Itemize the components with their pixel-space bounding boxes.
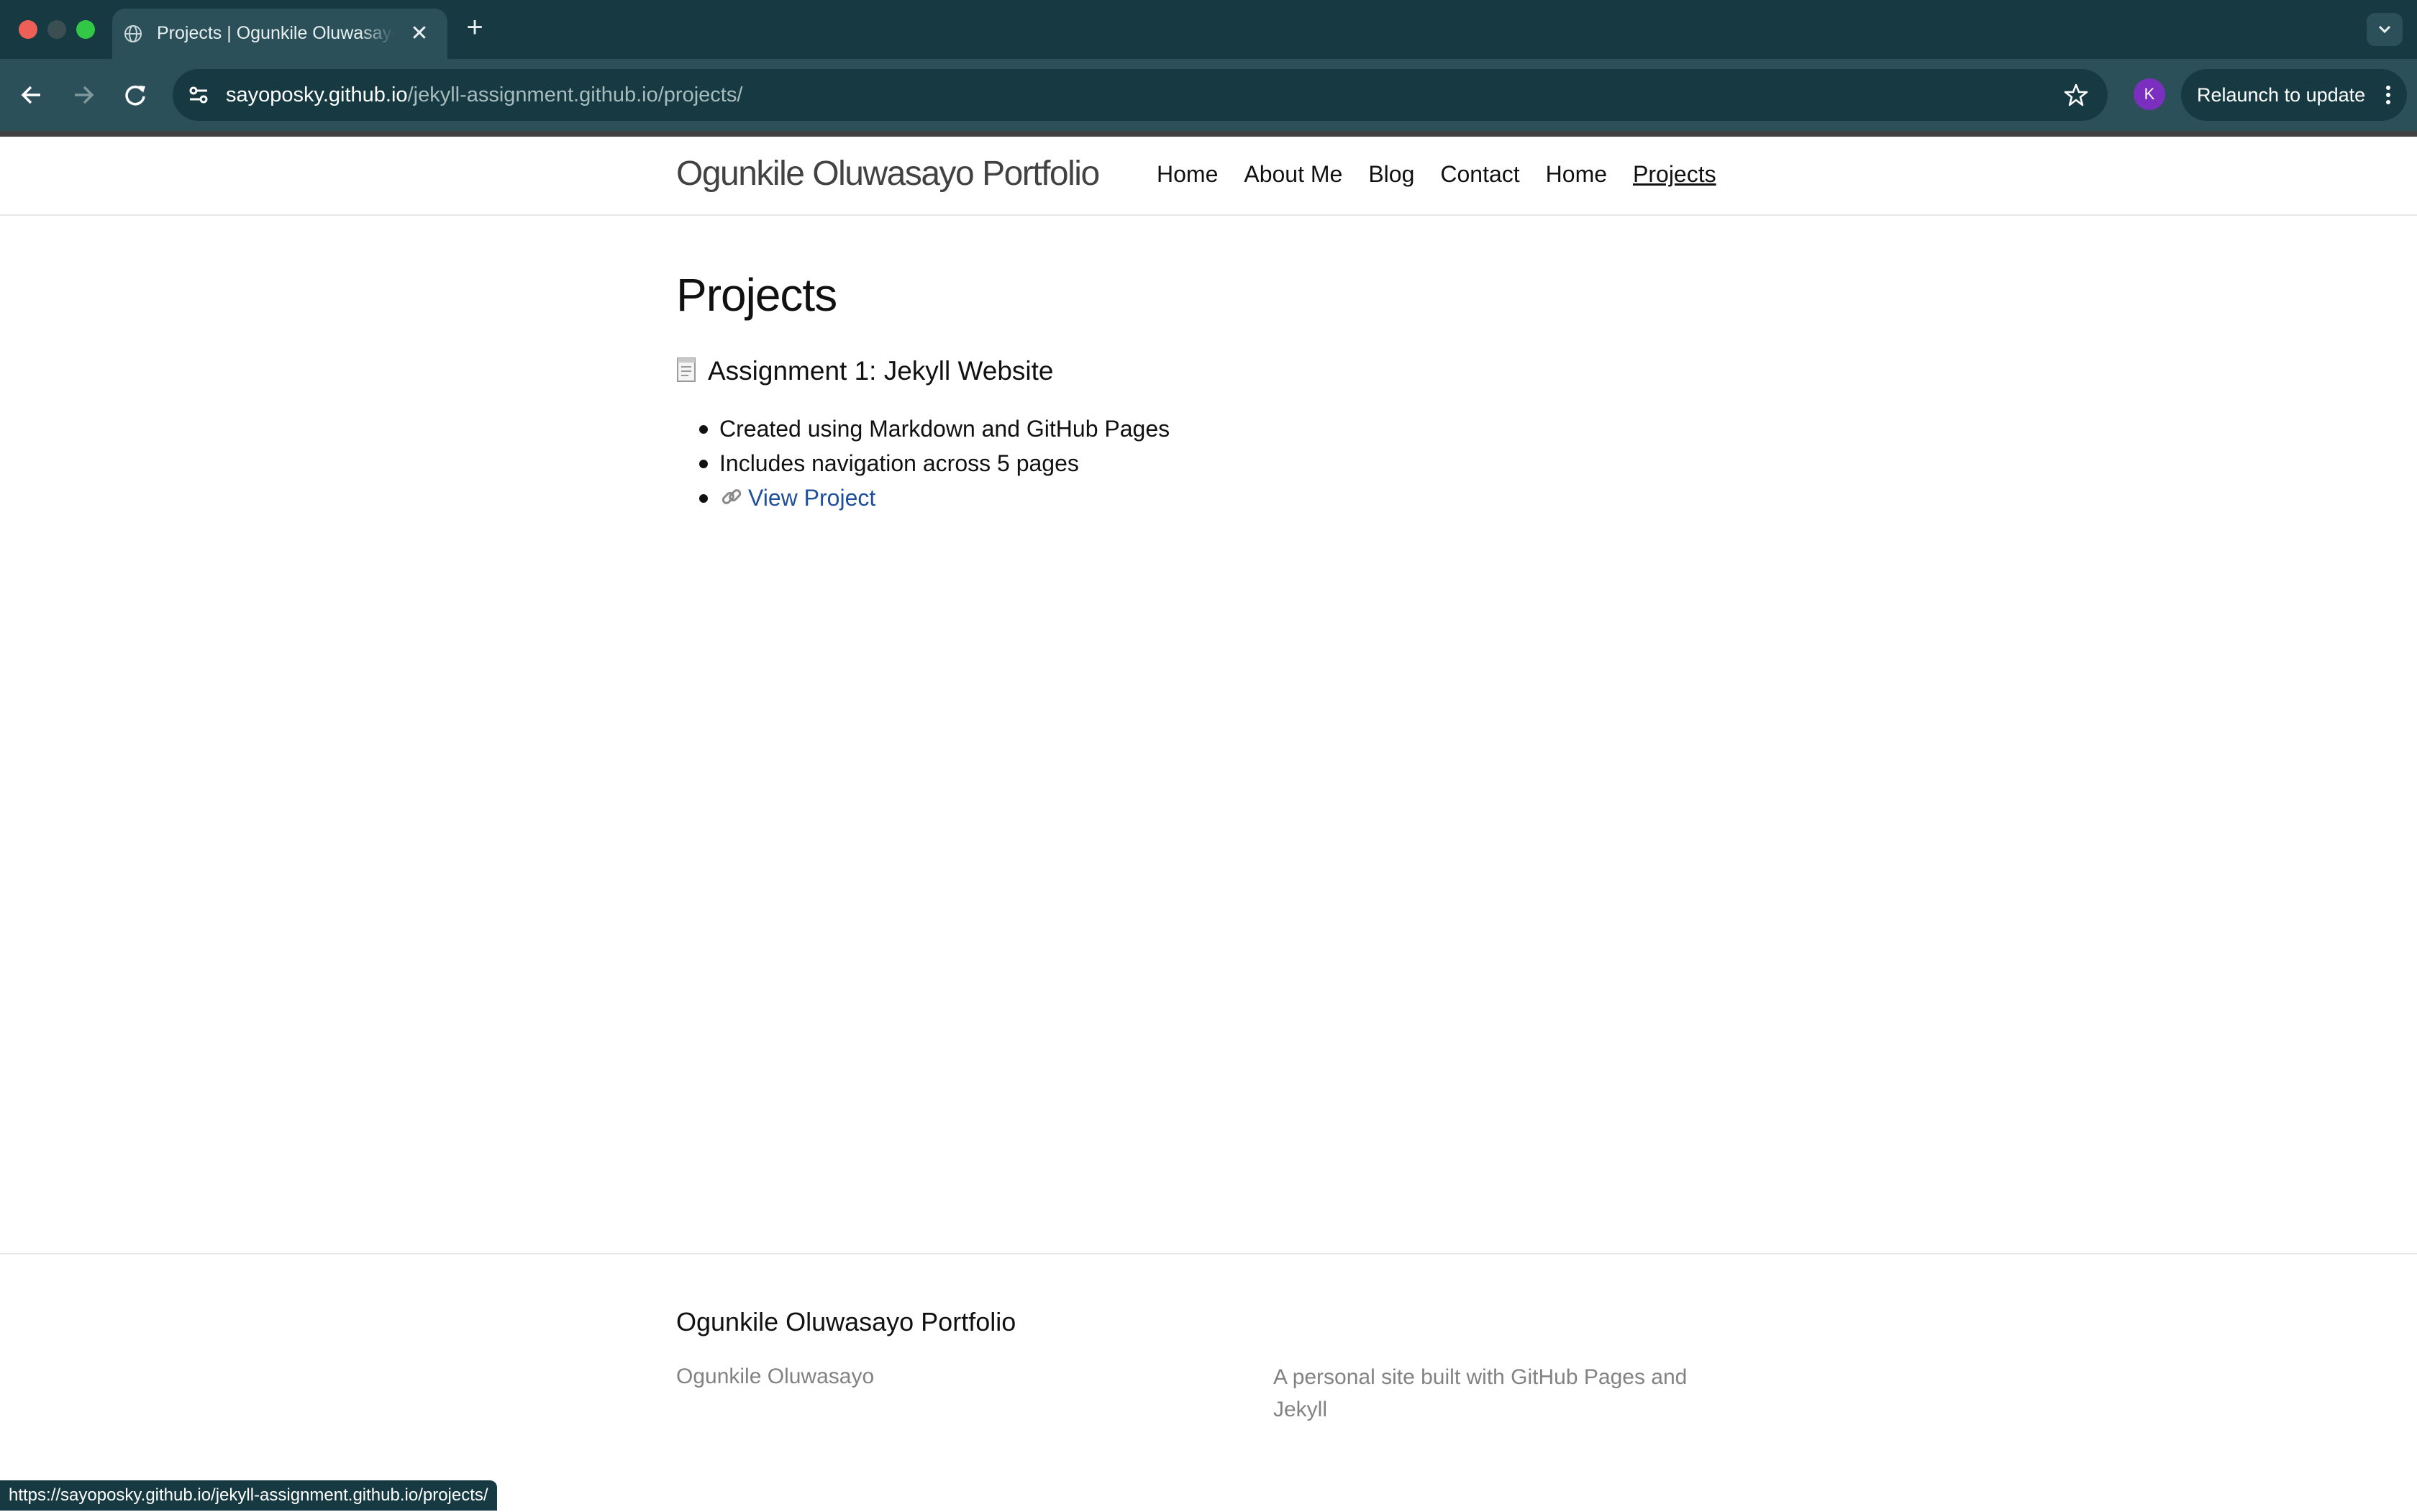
url-host: sayoposky.github.io [226,83,408,106]
site-title-link[interactable]: Ogunkile Oluwasayo Portfolio [676,152,1100,196]
reload-icon[interactable] [117,76,154,114]
site-settings-icon[interactable] [183,79,214,111]
view-project-link[interactable]: View Project [748,485,875,511]
footer-heading: Ogunkile Oluwasayo Portfolio [676,1307,1016,1336]
browser-tab-bar: Projects | Ogunkile Oluwasayo Portfolio … [0,0,2417,59]
window-maximize-button[interactable] [76,20,95,39]
bookmark-star-icon[interactable] [2060,79,2092,111]
list-item-text: Includes navigation across 5 pages [719,450,1079,476]
project-details-list: Created using Markdown and GitHub Pages … [676,411,1170,515]
address-bar[interactable]: sayoposky.github.io/jekyll-assignment.gi… [173,69,2108,121]
browser-toolbar: sayoposky.github.io/jekyll-assignment.gi… [0,59,2417,131]
globe-icon [124,25,142,42]
list-item: Includes navigation across 5 pages [676,446,1170,481]
site-header: Ogunkile Oluwasayo Portfolio Home About M… [0,137,2417,216]
bullet-dot [699,460,708,468]
footer-description: A personal site built with GitHub Pages … [1273,1365,1688,1421]
nav-link-projects[interactable]: Projects [1633,158,1716,190]
list-item: View Project [676,481,1170,515]
nav-link-about-me[interactable]: About Me [1244,158,1342,190]
new-tab-button[interactable]: + [460,13,489,42]
site-footer: Ogunkile Oluwasayo Portfolio Ogunkile Ol… [0,1253,2417,1512]
bullet-dot [699,425,708,434]
tab-search-button[interactable] [2367,13,2403,46]
footer-author-name: Ogunkile Oluwasayo [676,1365,875,1388]
site-nav: Home About Me Blog Contact Home Projects [1157,158,1742,190]
nav-link-home-2[interactable]: Home [1546,158,1607,190]
nav-link-blog[interactable]: Blog [1368,158,1414,190]
assignment-heading-text: Assignment 1: Jekyll Website [708,356,1054,386]
tab-close-icon[interactable]: ✕ [407,22,432,46]
forward-arrow-icon[interactable] [65,76,102,114]
url-text[interactable]: sayoposky.github.io/jekyll-assignment.gi… [226,81,742,109]
memo-icon [677,357,696,382]
assignment-heading: Assignment 1: Jekyll Website [676,352,1054,390]
nav-link-contact[interactable]: Contact [1440,158,1519,190]
bullet-dot [699,494,708,503]
link-icon [722,489,742,504]
page-top-border [0,131,2417,137]
page-title: Projects [676,269,837,321]
relaunch-button[interactable]: Relaunch to update [2181,69,2407,121]
profile-avatar[interactable]: K [2134,78,2165,110]
more-vertical-icon[interactable] [2381,79,2395,111]
chevron-down-icon [2378,25,2391,34]
url-path: /jekyll-assignment.github.io/projects/ [407,83,743,106]
back-arrow-icon[interactable] [13,76,50,114]
relaunch-label: Relaunch to update [2197,84,2366,106]
list-item-text: Created using Markdown and GitHub Pages [719,416,1170,442]
window-minimize-button[interactable] [47,20,66,39]
link-status-bar: https://sayoposky.github.io/jekyll-assig… [0,1480,497,1511]
list-item: Created using Markdown and GitHub Pages [676,411,1170,446]
nav-link-home[interactable]: Home [1157,158,1218,190]
active-tab[interactable]: Projects | Ogunkile Oluwasayo Portfolio … [112,9,447,59]
window-close-button[interactable] [19,20,37,39]
tab-title: Projects | Ogunkile Oluwasayo Portfolio [157,23,394,43]
